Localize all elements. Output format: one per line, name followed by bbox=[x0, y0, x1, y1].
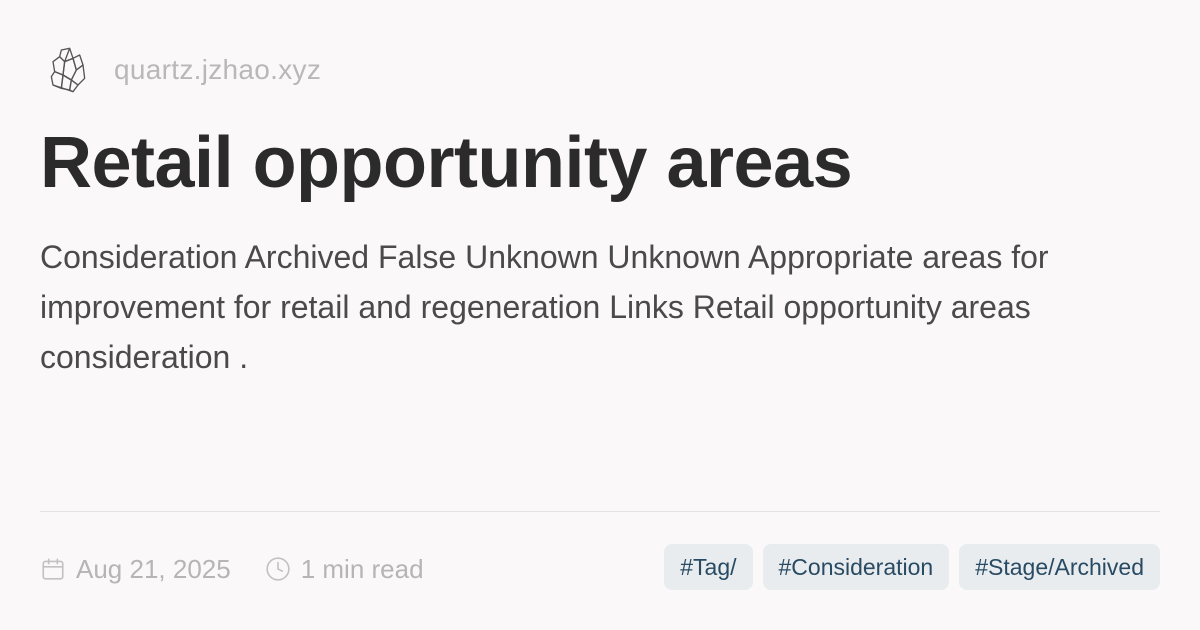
tag-link[interactable]: #Consideration bbox=[762, 544, 950, 590]
page-description: Consideration Archived False Unknown Unk… bbox=[40, 239, 1049, 375]
date-meta: Aug 21, 2025 bbox=[40, 554, 231, 585]
clock-icon bbox=[266, 557, 290, 581]
tag-list: #Tag/ #Consideration #Stage/Archived bbox=[664, 544, 1160, 590]
tag-link[interactable]: #Stage/Archived bbox=[959, 544, 1160, 590]
reading-time-meta: 1 min read bbox=[265, 554, 424, 585]
tag-link[interactable]: #Tag/ bbox=[664, 544, 753, 590]
page-meta: Aug 21, 2025 1 min read bbox=[40, 548, 424, 590]
date-text: Aug 21, 2025 bbox=[76, 553, 231, 584]
reading-time-text: 1 min read bbox=[300, 553, 424, 584]
page-title: Retail opportunity areas bbox=[40, 123, 853, 203]
site-name[interactable]: quartz.jzhao.xyz bbox=[114, 54, 321, 86]
divider bbox=[40, 511, 1160, 512]
calendar-icon bbox=[42, 558, 64, 580]
crystal-icon[interactable] bbox=[40, 42, 96, 98]
site-header: quartz.jzhao.xyz bbox=[40, 40, 321, 100]
